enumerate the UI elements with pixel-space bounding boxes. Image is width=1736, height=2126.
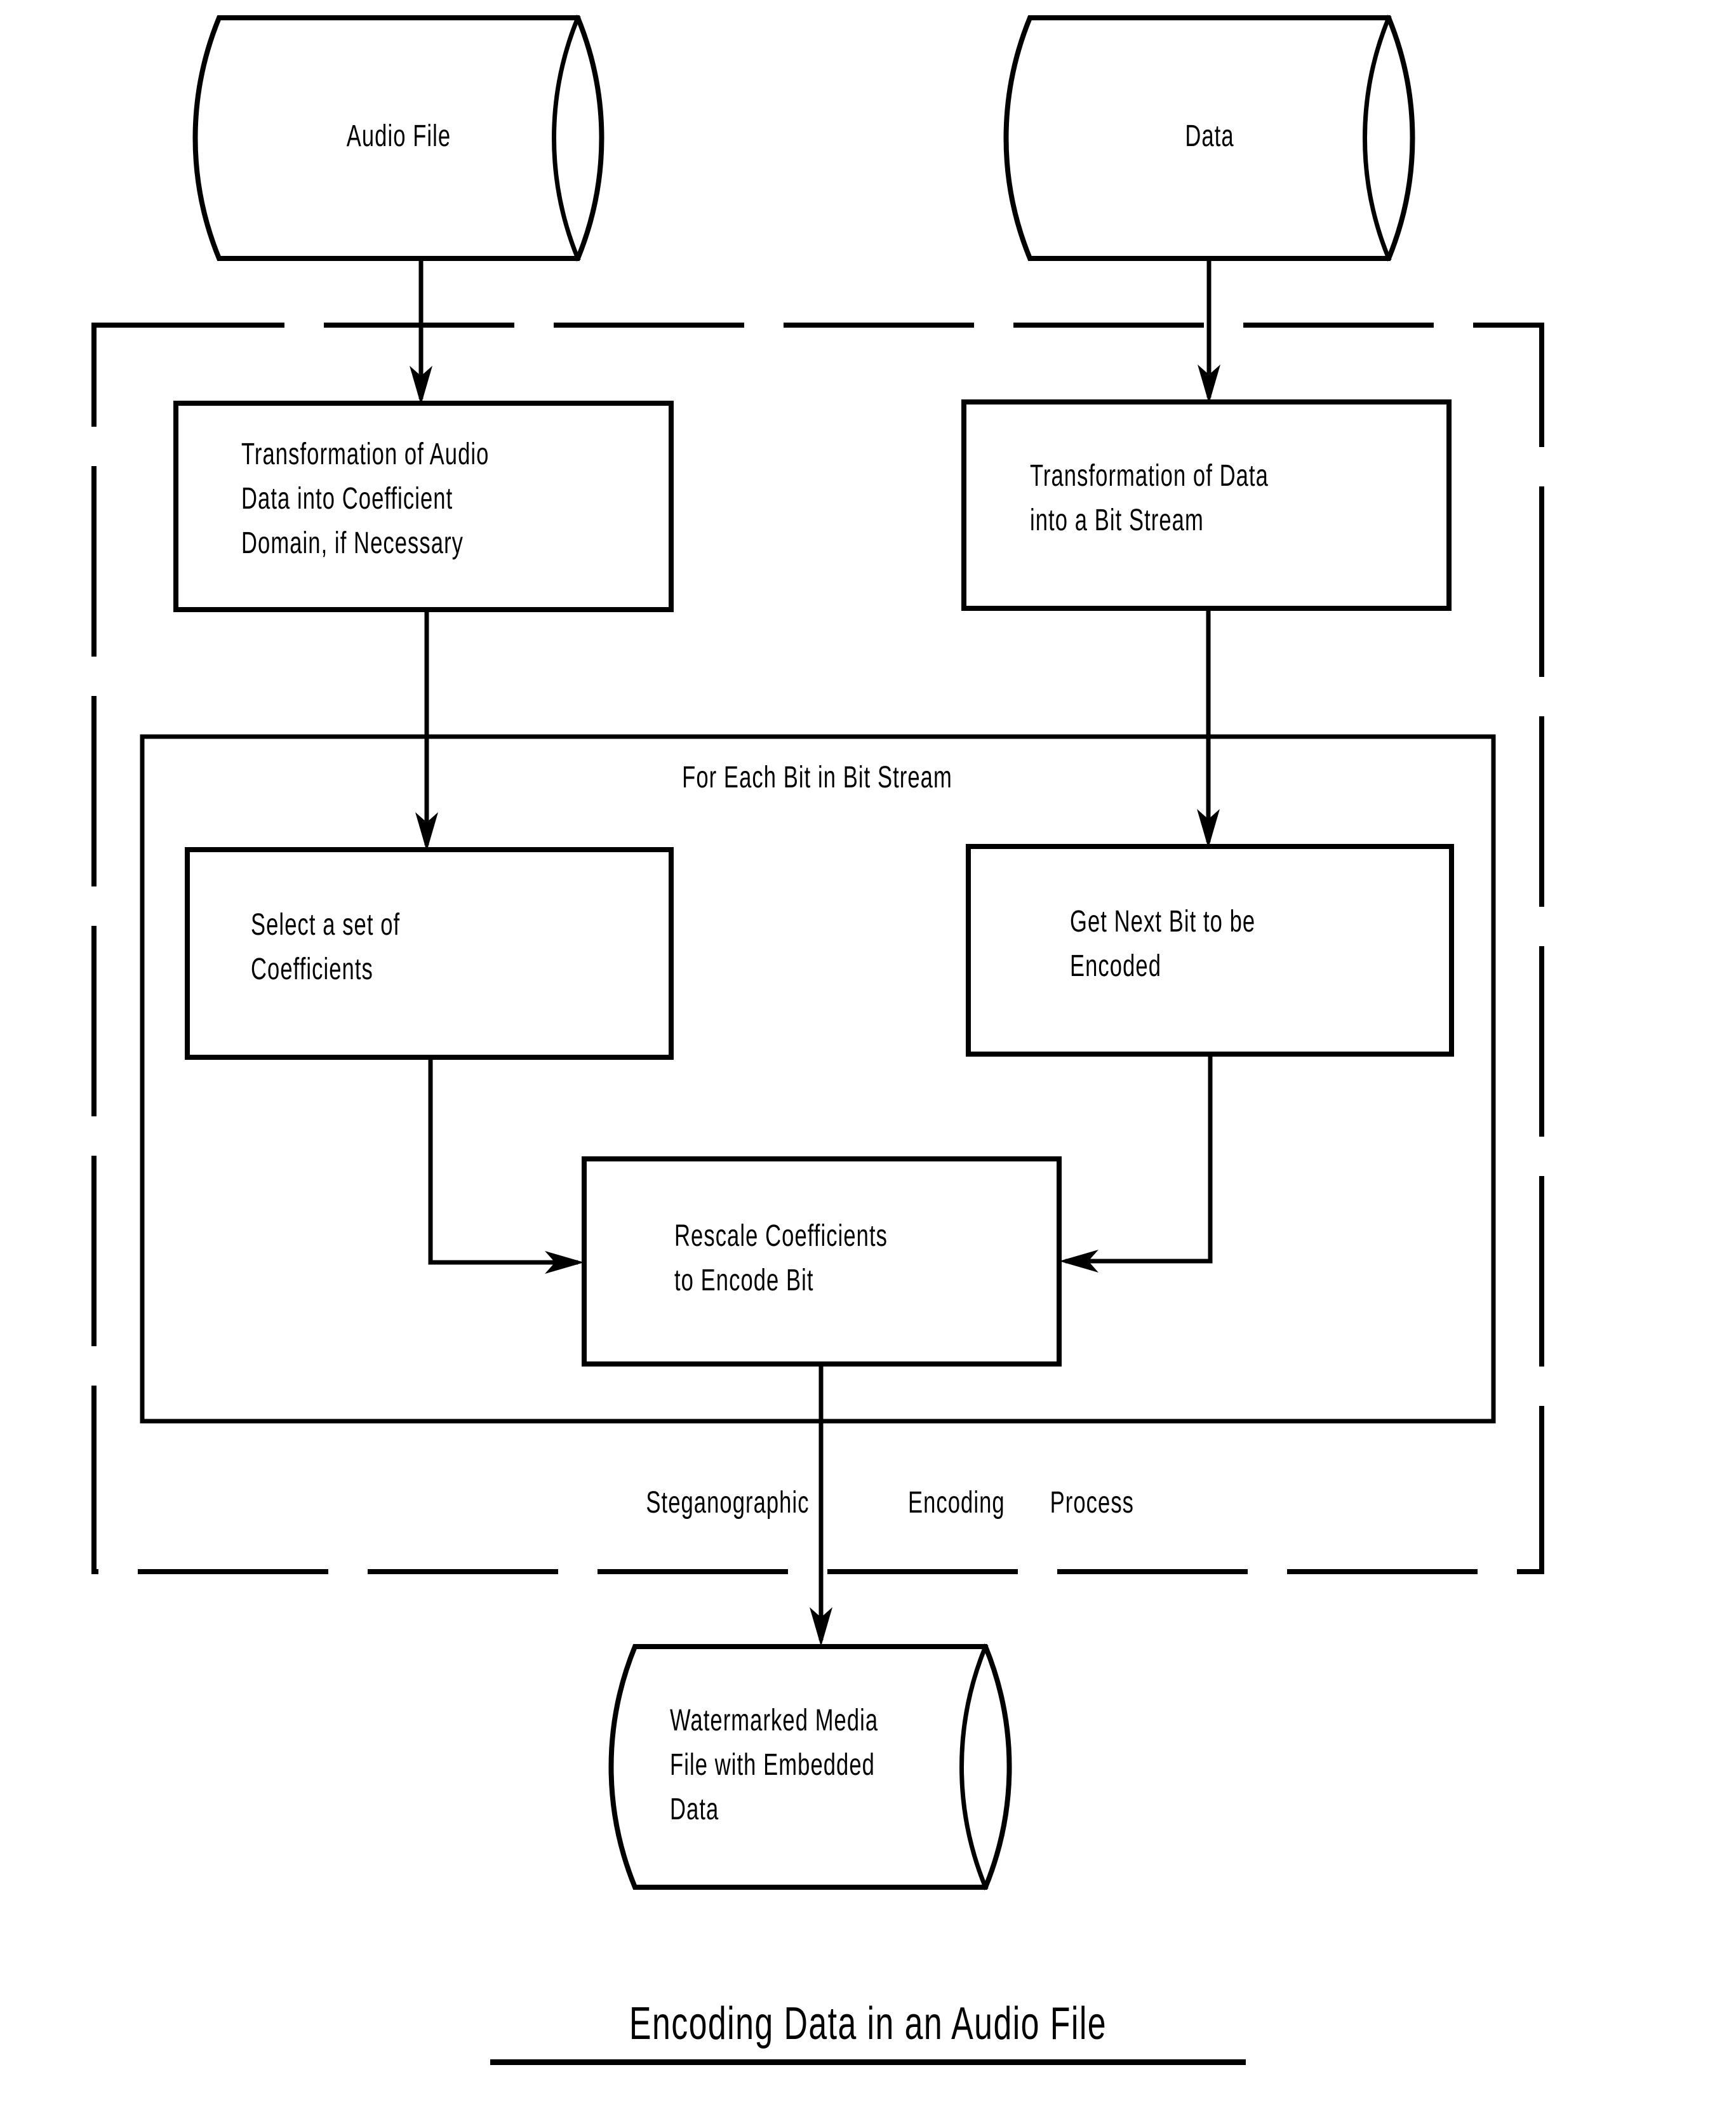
transform-audio-line-1: Transformation of Audio [241, 438, 490, 471]
for-each-bit-loop-label: For Each Bit in Bit Stream [682, 761, 952, 794]
get-next-bit-line-1: Get Next Bit to be [1070, 905, 1256, 939]
patent-flowchart-figure: Audio File Data Transformation of Audio … [0, 0, 1736, 2126]
figure-title: Encoding Data in an Audio File [629, 1998, 1107, 2049]
data-cylinder-label: Data [1185, 119, 1234, 153]
rescale-coefficients-line-1: Rescale Coefficients [674, 1219, 888, 1253]
figure-title-underline [490, 2059, 1246, 2065]
connector-getbit-to-rescale [1065, 1054, 1213, 1264]
output-cylinder-line-3: Data [670, 1793, 719, 1826]
audio-file-cylinder-label: Audio File [346, 119, 451, 153]
output-cylinder-line-2: File with Embedded [670, 1748, 875, 1782]
get-next-bit-line-2: Encoded [1070, 949, 1161, 983]
connector-select-to-rescale [428, 1057, 578, 1265]
transform-data-line-1: Transformation of Data [1030, 459, 1269, 493]
transform-audio-line-2: Data into Coefficient [241, 482, 453, 516]
process-region-label-part-a: Steganographic [646, 1486, 810, 1520]
rescale-coefficients-line-2: to Encode Bit [674, 1264, 814, 1297]
select-coefficients-line-2: Coefficients [251, 953, 373, 986]
transform-data-line-2: into a Bit Stream [1030, 504, 1204, 537]
transform-audio-line-3: Domain, if Necessary [241, 526, 464, 560]
process-region-label-part-b: Encoding Process [907, 1486, 1135, 1520]
output-cylinder-line-1: Watermarked Media [670, 1704, 879, 1737]
select-coefficients-line-1: Select a set of [251, 908, 401, 942]
